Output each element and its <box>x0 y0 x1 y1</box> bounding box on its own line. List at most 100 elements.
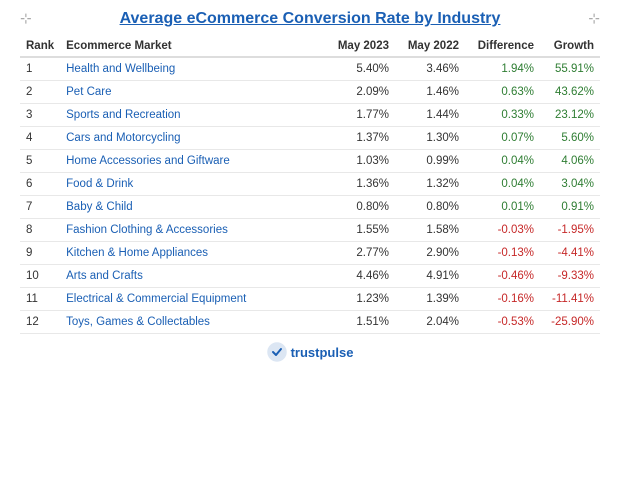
footer: trustpulse <box>267 342 354 362</box>
market-cell: Baby & Child <box>60 196 325 219</box>
market-link[interactable]: Electrical & Commercial Equipment <box>66 293 246 305</box>
may2023-cell: 1.37% <box>325 127 395 150</box>
table-row: 8 Fashion Clothing & Accessories 1.55%1.58… <box>20 219 600 242</box>
difference-cell: 0.33% <box>465 104 540 127</box>
may2022-cell: 1.58% <box>395 219 465 242</box>
market-cell: Food & Drink <box>60 173 325 196</box>
table-row: 10Arts and Crafts4.46%4.91%-0.46%-9.33% <box>20 265 600 288</box>
table-row: 3 Sports and Recreation 1.77%1.44%0.33%23.… <box>20 104 600 127</box>
table-row: 6 Food & Drink 1.36%1.32%0.04%3.04% <box>20 173 600 196</box>
market-link[interactable]: Toys, Games & Collectables <box>66 316 210 328</box>
may2022-cell: 3.46% <box>395 57 465 81</box>
may2023-cell: 5.40% <box>325 57 395 81</box>
market-cell: Sports and Recreation <box>60 104 325 127</box>
market-link[interactable]: Food & Drink <box>66 178 133 190</box>
table-row: 5 Home Accessories and Giftware 1.03%0.99%… <box>20 150 600 173</box>
difference-cell: 0.04% <box>465 150 540 173</box>
market-cell: Cars and Motorcycling <box>60 127 325 150</box>
growth-cell: 43.62% <box>540 81 600 104</box>
may2023-cell: 1.55% <box>325 219 395 242</box>
difference-cell: -0.16% <box>465 288 540 311</box>
corner-icon-tr: ⊹ <box>588 10 600 27</box>
may2022-cell: 1.32% <box>395 173 465 196</box>
corner-icon-tl: ⊹ <box>20 10 32 27</box>
growth-cell: -4.41% <box>540 242 600 265</box>
growth-cell: -25.90% <box>540 311 600 334</box>
may2022-cell: 2.04% <box>395 311 465 334</box>
difference-cell: -0.46% <box>465 265 540 288</box>
page-title: Average eCommerce Conversion Rate by Ind… <box>120 10 501 28</box>
rank-cell: 5 <box>20 150 60 173</box>
may2022-cell: 0.99% <box>395 150 465 173</box>
market-link[interactable]: Fashion Clothing & Accessories <box>66 224 228 236</box>
may2023-cell: 2.77% <box>325 242 395 265</box>
market-cell: Arts and Crafts <box>60 265 325 288</box>
may2023-cell: 1.23% <box>325 288 395 311</box>
market-cell: Electrical & Commercial Equipment <box>60 288 325 311</box>
rank-cell: 4 <box>20 127 60 150</box>
brand-name: trustpulse <box>291 345 354 360</box>
may2023-cell: 1.36% <box>325 173 395 196</box>
may2022-cell: 2.90% <box>395 242 465 265</box>
col-header-growth: Growth <box>540 36 600 57</box>
market-link[interactable]: Kitchen & Home Appliances <box>66 247 208 259</box>
table-row: 7Baby & Child0.80%0.80%0.01%0.91% <box>20 196 600 219</box>
table-row: 12 Toys, Games & Collectables 1.51%2.04%-0… <box>20 311 600 334</box>
rank-cell: 11 <box>20 288 60 311</box>
may2023-cell: 1.03% <box>325 150 395 173</box>
title-container: ⊹ Average eCommerce Conversion Rate by I… <box>20 10 600 28</box>
col-header-may2023: May 2023 <box>325 36 395 57</box>
table-header-row: Rank Ecommerce Market May 2023 May 2022 … <box>20 36 600 57</box>
difference-cell: -0.03% <box>465 219 540 242</box>
market-cell: Toys, Games & Collectables <box>60 311 325 334</box>
col-header-may2022: May 2022 <box>395 36 465 57</box>
may2022-cell: 4.91% <box>395 265 465 288</box>
market-cell: Fashion Clothing & Accessories <box>60 219 325 242</box>
may2022-cell: 1.30% <box>395 127 465 150</box>
may2023-cell: 1.51% <box>325 311 395 334</box>
market-cell: Health and Wellbeing <box>60 57 325 81</box>
may2022-cell: 0.80% <box>395 196 465 219</box>
market-link[interactable]: Home Accessories and Giftware <box>66 155 230 167</box>
rank-cell: 3 <box>20 104 60 127</box>
market-link[interactable]: Health and Wellbeing <box>66 63 175 75</box>
difference-cell: 1.94% <box>465 57 540 81</box>
growth-cell: 23.12% <box>540 104 600 127</box>
rank-cell: 8 <box>20 219 60 242</box>
rank-cell: 12 <box>20 311 60 334</box>
col-header-rank: Rank <box>20 36 60 57</box>
may2023-cell: 1.77% <box>325 104 395 127</box>
table-row: 9Kitchen & Home Appliances2.77%2.90%-0.1… <box>20 242 600 265</box>
difference-cell: 0.04% <box>465 173 540 196</box>
rank-cell: 10 <box>20 265 60 288</box>
table-row: 1Health and Wellbeing5.40%3.46%1.94%55.9… <box>20 57 600 81</box>
difference-cell: -0.53% <box>465 311 540 334</box>
table-row: 11 Electrical & Commercial Equipment 1.23%… <box>20 288 600 311</box>
rank-cell: 2 <box>20 81 60 104</box>
market-link[interactable]: Pet Care <box>66 86 111 98</box>
market-link[interactable]: Cars and Motorcycling <box>66 132 180 144</box>
growth-cell: -9.33% <box>540 265 600 288</box>
may2023-cell: 0.80% <box>325 196 395 219</box>
growth-cell: 5.60% <box>540 127 600 150</box>
difference-cell: 0.07% <box>465 127 540 150</box>
growth-cell: 3.04% <box>540 173 600 196</box>
col-header-difference: Difference <box>465 36 540 57</box>
rank-cell: 1 <box>20 57 60 81</box>
col-header-market: Ecommerce Market <box>60 36 325 57</box>
growth-cell: -11.41% <box>540 288 600 311</box>
may2022-cell: 1.44% <box>395 104 465 127</box>
may2022-cell: 1.46% <box>395 81 465 104</box>
table-row: 2Pet Care2.09%1.46%0.63%43.62% <box>20 81 600 104</box>
may2023-cell: 2.09% <box>325 81 395 104</box>
market-link[interactable]: Arts and Crafts <box>66 270 143 282</box>
market-cell: Kitchen & Home Appliances <box>60 242 325 265</box>
market-link[interactable]: Sports and Recreation <box>66 109 180 121</box>
growth-cell: -1.95% <box>540 219 600 242</box>
market-link[interactable]: Baby & Child <box>66 201 132 213</box>
difference-cell: 0.01% <box>465 196 540 219</box>
rank-cell: 6 <box>20 173 60 196</box>
may2022-cell: 1.39% <box>395 288 465 311</box>
market-cell: Pet Care <box>60 81 325 104</box>
table-row: 4 Cars and Motorcycling 1.37%1.30%0.07%5.6… <box>20 127 600 150</box>
